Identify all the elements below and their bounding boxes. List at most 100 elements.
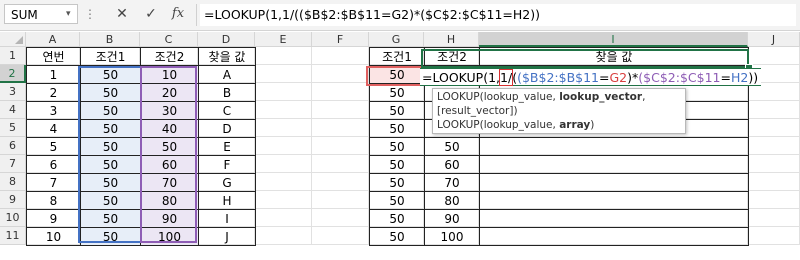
right-table-i-cell[interactable] xyxy=(479,191,749,210)
grid-cell[interactable] xyxy=(748,47,800,65)
left-table-cell[interactable]: B xyxy=(198,83,256,102)
left-table-header-4[interactable]: 찾을 값 xyxy=(198,47,256,66)
cell-editor[interactable]: =LOOKUP(1,1/(($B$2:$B$11=G2)*($C$2:$C$11… xyxy=(420,68,762,86)
left-table-cell[interactable]: 40 xyxy=(140,119,199,138)
grid-cell[interactable] xyxy=(312,173,369,191)
column-header-i[interactable]: I xyxy=(479,32,748,47)
row-header-9[interactable]: 9 xyxy=(0,191,26,209)
column-header-f[interactable]: F xyxy=(312,32,369,47)
left-table-cell[interactable]: I xyxy=(198,209,256,228)
row-header-1[interactable]: 1 xyxy=(0,47,26,65)
grid-cell[interactable] xyxy=(748,191,800,209)
grid-cell[interactable] xyxy=(255,101,312,119)
right-table-g-cell[interactable]: 50 xyxy=(369,83,425,102)
grid-cell[interactable] xyxy=(312,209,369,227)
left-table-cell[interactable]: 2 xyxy=(26,83,81,102)
right-table-g-cell[interactable]: 50 xyxy=(369,155,425,174)
right-table-g-cell[interactable]: 50 xyxy=(369,191,425,210)
left-table-cell[interactable]: A xyxy=(198,65,256,84)
column-header-c[interactable]: C xyxy=(140,32,198,47)
left-table-cell[interactable]: 70 xyxy=(140,173,199,192)
left-table-cell[interactable]: 50 xyxy=(80,83,141,102)
grid-cell[interactable] xyxy=(312,65,369,83)
left-table-cell[interactable]: 50 xyxy=(80,119,141,138)
grid-cell[interactable] xyxy=(255,137,312,155)
grid-cell[interactable] xyxy=(312,47,369,65)
column-header-b[interactable]: B xyxy=(80,32,140,47)
left-table-cell[interactable]: 50 xyxy=(80,137,141,156)
right-table-h-cell[interactable]: 100 xyxy=(424,227,480,246)
row-header-11[interactable]: 11 xyxy=(0,227,26,245)
grid-cell[interactable] xyxy=(748,101,800,119)
right-table-h-cell[interactable]: 60 xyxy=(424,155,480,174)
grid-cell[interactable] xyxy=(748,137,800,155)
right-table-header-2[interactable]: 조건2 xyxy=(424,47,480,66)
formula-input[interactable]: =LOOKUP(1,1/(($B$2:$B$11=G2)*($C$2:$C$11… xyxy=(200,4,796,26)
grid-cell[interactable] xyxy=(255,191,312,209)
grid-cell[interactable] xyxy=(312,101,369,119)
right-table-i-cell[interactable] xyxy=(479,173,749,192)
left-table-cell[interactable]: 7 xyxy=(26,173,81,192)
right-table-i-cell[interactable] xyxy=(479,155,749,174)
row-header-8[interactable]: 8 xyxy=(0,173,26,191)
grid-cell[interactable] xyxy=(312,119,369,137)
column-header-j[interactable]: J xyxy=(748,32,800,47)
right-table-h-cell[interactable]: 80 xyxy=(424,191,480,210)
grid-cell[interactable] xyxy=(312,191,369,209)
left-table-header-2[interactable]: 조건1 xyxy=(80,47,141,66)
row-header-2[interactable]: 2 xyxy=(0,65,26,83)
right-table-g-cell[interactable]: 50 xyxy=(369,173,425,192)
right-table-i-cell[interactable] xyxy=(479,209,749,228)
grid-cell[interactable] xyxy=(312,83,369,101)
left-table-header-3[interactable]: 조건2 xyxy=(140,47,199,66)
left-table-cell[interactable]: 50 xyxy=(80,173,141,192)
right-table-g-cell[interactable]: 50 xyxy=(369,65,425,84)
name-box-dropdown-icon[interactable]: ▾ xyxy=(66,4,71,24)
grid-cell[interactable] xyxy=(255,119,312,137)
grid-cell[interactable] xyxy=(312,137,369,155)
left-table-header-1[interactable]: 연번 xyxy=(26,47,81,66)
left-table-cell[interactable]: 6 xyxy=(26,155,81,174)
grid-cell[interactable] xyxy=(748,173,800,191)
right-table-i-cell[interactable] xyxy=(479,227,749,246)
left-table-cell[interactable]: 8 xyxy=(26,191,81,210)
left-table-cell[interactable]: 30 xyxy=(140,101,199,120)
left-table-cell[interactable]: D xyxy=(198,119,256,138)
right-table-g-cell[interactable]: 50 xyxy=(369,101,425,120)
column-header-h[interactable]: H xyxy=(424,32,479,47)
column-header-g[interactable]: G xyxy=(369,32,424,47)
right-table-h-cell[interactable]: 90 xyxy=(424,209,480,228)
grid-cell[interactable] xyxy=(255,83,312,101)
left-table-cell[interactable]: 50 xyxy=(80,155,141,174)
left-table-cell[interactable]: H xyxy=(198,191,256,210)
left-table-cell[interactable]: C xyxy=(198,101,256,120)
grid-cell[interactable] xyxy=(255,209,312,227)
right-table-h-cell[interactable]: 50 xyxy=(424,137,480,156)
select-all-corner[interactable] xyxy=(0,32,26,47)
insert-function-icon[interactable]: fx xyxy=(168,4,188,24)
left-table-cell[interactable]: J xyxy=(198,227,256,246)
right-table-g-cell[interactable]: 50 xyxy=(369,119,425,138)
grid-cell[interactable] xyxy=(255,173,312,191)
left-table-cell[interactable]: 1 xyxy=(26,65,81,84)
column-header-a[interactable]: A xyxy=(26,32,80,47)
grid-cell[interactable] xyxy=(748,227,800,245)
right-table-g-cell[interactable]: 50 xyxy=(369,227,425,246)
grid-cell[interactable] xyxy=(255,47,312,65)
left-table-cell[interactable]: G xyxy=(198,173,256,192)
left-table-cell[interactable]: 80 xyxy=(140,191,199,210)
grid-cell[interactable] xyxy=(312,155,369,173)
left-table-cell[interactable]: 5 xyxy=(26,137,81,156)
right-table-header-1[interactable]: 조건1 xyxy=(369,47,425,66)
left-table-cell[interactable]: 3 xyxy=(26,101,81,120)
left-table-cell[interactable]: 90 xyxy=(140,209,199,228)
column-header-e[interactable]: E xyxy=(255,32,312,47)
left-table-cell[interactable]: 10 xyxy=(26,227,81,246)
grid-cell[interactable] xyxy=(312,227,369,245)
grid-cell[interactable] xyxy=(748,155,800,173)
right-table-h-cell[interactable]: 70 xyxy=(424,173,480,192)
left-table-cell[interactable]: F xyxy=(198,155,256,174)
left-table-cell[interactable]: 50 xyxy=(140,137,199,156)
left-table-cell[interactable]: 10 xyxy=(140,65,199,84)
right-table-g-cell[interactable]: 50 xyxy=(369,209,425,228)
